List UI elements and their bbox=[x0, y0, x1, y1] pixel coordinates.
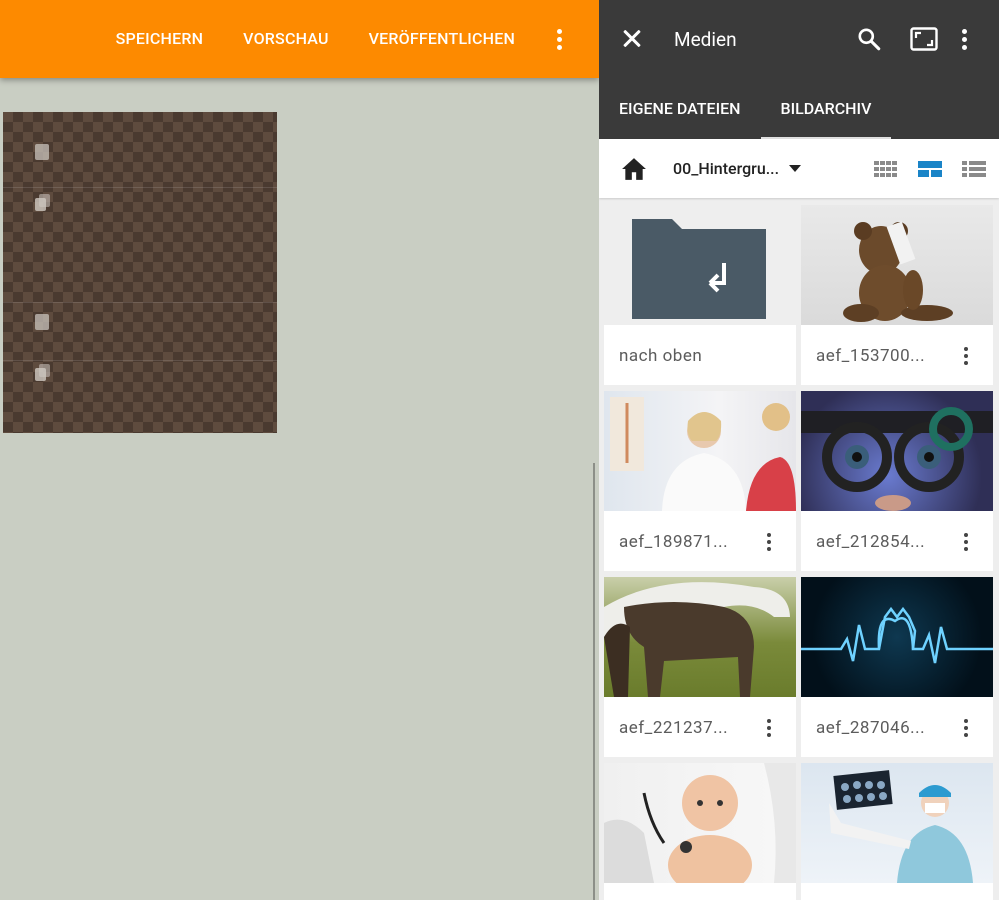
doctor-patient-image bbox=[604, 391, 796, 511]
media-card[interactable]: aef_287046... bbox=[801, 577, 993, 757]
media-card[interactable]: aef_153700... bbox=[801, 205, 993, 385]
more-vert-icon[interactable] bbox=[961, 532, 971, 552]
layout-canvas[interactable] bbox=[3, 112, 277, 433]
media-item-name: aef_189871... bbox=[619, 532, 729, 552]
tab-eigene-dateien[interactable]: EIGENE DATEIEN bbox=[599, 78, 761, 139]
list-icon[interactable] bbox=[961, 159, 987, 179]
more-vert-icon[interactable] bbox=[764, 718, 774, 738]
tab-bildarchiv[interactable]: BILDARCHIV bbox=[760, 78, 892, 139]
search-icon[interactable] bbox=[849, 19, 889, 59]
save-button[interactable]: SPEICHERN bbox=[96, 0, 224, 78]
media-item-name bbox=[816, 883, 946, 900]
media-item-name: aef_212854... bbox=[816, 532, 926, 552]
media-card[interactable]: aef_221237... bbox=[604, 577, 796, 757]
editor-toolbar: SPEICHERN VORSCHAU VERÖFFENTLICHEN bbox=[0, 0, 599, 78]
media-card[interactable]: aef_189871... bbox=[604, 391, 796, 571]
row-divider bbox=[3, 360, 277, 361]
media-item-name: aef_153700... bbox=[816, 346, 926, 366]
baby-stethoscope-image bbox=[604, 763, 796, 883]
more-vert-icon[interactable] bbox=[764, 532, 774, 552]
doctor-xray-image bbox=[801, 763, 993, 883]
eye-exam-image bbox=[801, 391, 993, 511]
media-item-name: aef_287046... bbox=[816, 718, 926, 738]
media-panel: Medien EIGENE DATEIEN BILDARCHIV 00_Hint… bbox=[599, 0, 999, 900]
media-card[interactable]: aef_212854... bbox=[801, 391, 993, 571]
media-item-name: aef_221237... bbox=[619, 718, 729, 738]
grid-large-icon[interactable] bbox=[917, 159, 943, 179]
row-divider bbox=[3, 187, 277, 188]
more-vert-icon[interactable] bbox=[961, 718, 971, 738]
folder-up-thumbnail bbox=[604, 205, 796, 325]
preview-button[interactable]: VORSCHAU bbox=[223, 0, 349, 78]
single-image-placeholder-icon[interactable] bbox=[35, 314, 49, 330]
media-tabs: EIGENE DATEIEN BILDARCHIV bbox=[599, 78, 892, 139]
single-image-placeholder-icon[interactable] bbox=[35, 144, 49, 160]
row-divider bbox=[3, 302, 277, 303]
chevron-down-icon bbox=[789, 165, 802, 172]
gallery-placeholder-icon[interactable] bbox=[35, 194, 50, 212]
panel-resize-handle[interactable] bbox=[593, 463, 595, 900]
fullscreen-icon[interactable] bbox=[904, 19, 944, 59]
grid-small-icon[interactable] bbox=[873, 159, 899, 179]
heartbeat-image bbox=[801, 577, 993, 697]
media-toolbar: 00_Hintergru... bbox=[599, 139, 999, 198]
more-vert-icon[interactable] bbox=[539, 0, 579, 78]
publish-button[interactable]: VERÖFFENTLICHEN bbox=[349, 0, 535, 78]
media-item-name bbox=[619, 883, 749, 900]
media-card[interactable] bbox=[801, 763, 993, 900]
panel-title: Medien bbox=[674, 27, 737, 51]
teddy-bear-image bbox=[801, 205, 993, 325]
gallery-placeholder-icon[interactable] bbox=[35, 364, 50, 382]
more-vert-icon[interactable] bbox=[961, 346, 971, 366]
folder-dropdown[interactable]: 00_Hintergru... bbox=[673, 159, 818, 178]
horses-image bbox=[604, 577, 796, 697]
media-card[interactable] bbox=[604, 763, 796, 900]
more-vert-icon[interactable] bbox=[944, 19, 984, 59]
media-panel-header: Medien EIGENE DATEIEN BILDARCHIV bbox=[599, 0, 999, 139]
close-icon[interactable] bbox=[619, 25, 647, 53]
editor-area: SPEICHERN VORSCHAU VERÖFFENTLICHEN bbox=[0, 0, 599, 900]
media-item-name: nach oben bbox=[619, 346, 703, 366]
folder-dropdown-value: 00_Hintergru... bbox=[673, 159, 780, 178]
home-icon[interactable] bbox=[621, 157, 647, 181]
folder-up-card[interactable]: nach oben bbox=[604, 205, 796, 385]
